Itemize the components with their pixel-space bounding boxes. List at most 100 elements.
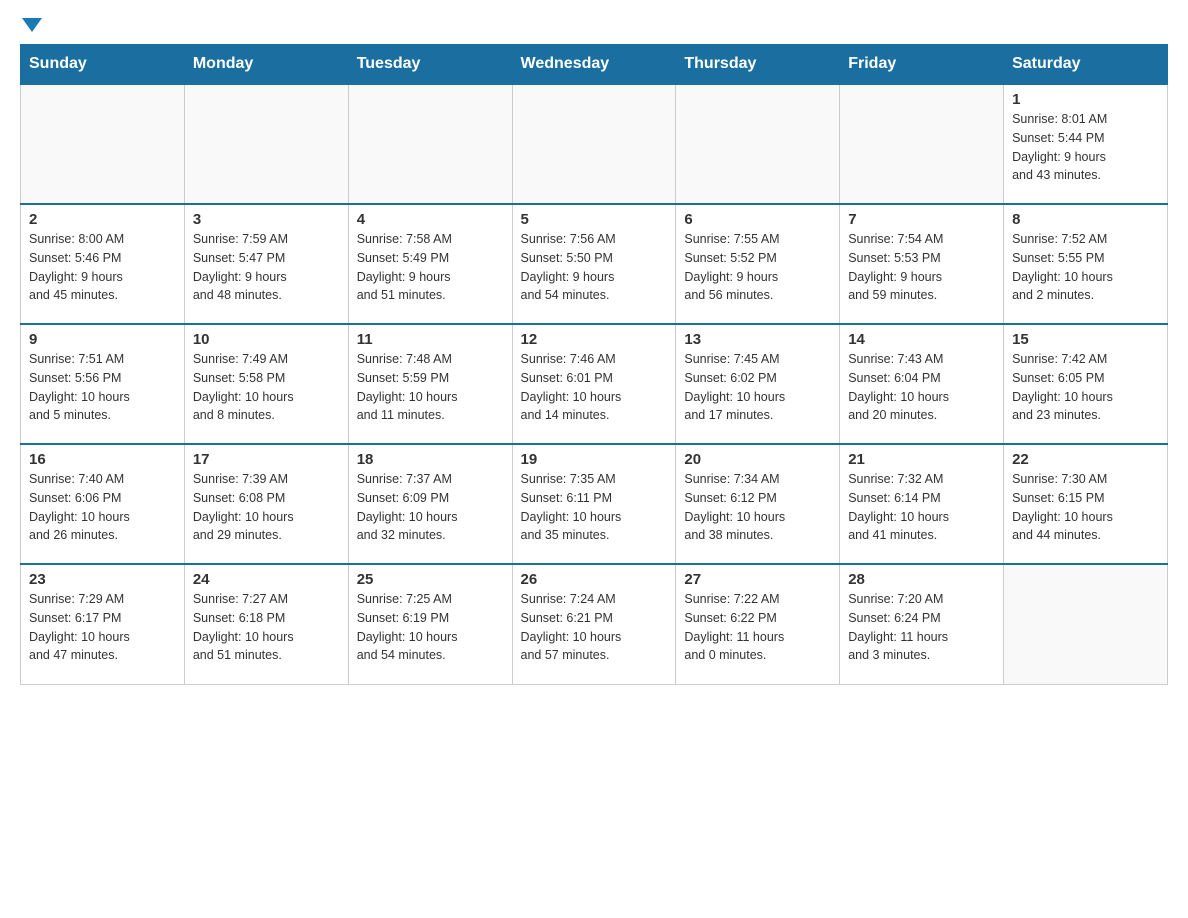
calendar-cell: 28 Sunrise: 7:20 AM Sunset: 6:24 PM Dayli… xyxy=(840,564,1004,684)
day-info: Sunrise: 7:46 AM Sunset: 6:01 PM Dayligh… xyxy=(521,350,668,425)
day-info: Sunrise: 7:40 AM Sunset: 6:06 PM Dayligh… xyxy=(29,470,176,545)
day-info: Sunrise: 7:34 AM Sunset: 6:12 PM Dayligh… xyxy=(684,470,831,545)
calendar-cell xyxy=(21,84,185,204)
calendar-cell xyxy=(184,84,348,204)
calendar-cell: 4 Sunrise: 7:58 AM Sunset: 5:49 PM Daylig… xyxy=(348,204,512,324)
day-number: 10 xyxy=(193,331,340,348)
calendar-cell: 23Sunrise: 7:29 AM Sunset: 6:17 PM Dayli… xyxy=(21,564,185,684)
day-info: Sunrise: 7:45 AM Sunset: 6:02 PM Dayligh… xyxy=(684,350,831,425)
day-number: 2 xyxy=(29,211,176,228)
calendar-cell: 13 Sunrise: 7:45 AM Sunset: 6:02 PM Dayli… xyxy=(676,324,840,444)
calendar-cell: 3 Sunrise: 7:59 AM Sunset: 5:47 PM Daylig… xyxy=(184,204,348,324)
day-info: Sunrise: 7:59 AM Sunset: 5:47 PM Dayligh… xyxy=(193,230,340,305)
day-number: 24 xyxy=(193,571,340,588)
day-info: Sunrise: 7:52 AM Sunset: 5:55 PM Dayligh… xyxy=(1012,230,1159,305)
calendar-cell: 17 Sunrise: 7:39 AM Sunset: 6:08 PM Dayli… xyxy=(184,444,348,564)
week-row-2: 2 Sunrise: 8:00 AM Sunset: 5:46 PM Daylig… xyxy=(21,204,1168,324)
day-number: 21 xyxy=(848,451,995,468)
day-info: Sunrise: 7:58 AM Sunset: 5:49 PM Dayligh… xyxy=(357,230,504,305)
calendar-cell: 1 Sunrise: 8:01 AM Sunset: 5:44 PM Daylig… xyxy=(1004,84,1168,204)
day-info: Sunrise: 7:35 AM Sunset: 6:11 PM Dayligh… xyxy=(521,470,668,545)
calendar-cell: 9Sunrise: 7:51 AM Sunset: 5:56 PM Daylig… xyxy=(21,324,185,444)
calendar-cell: 2 Sunrise: 8:00 AM Sunset: 5:46 PM Daylig… xyxy=(21,204,185,324)
day-number: 18 xyxy=(357,451,504,468)
calendar-cell: 6 Sunrise: 7:55 AM Sunset: 5:52 PM Daylig… xyxy=(676,204,840,324)
day-number: 6 xyxy=(684,211,831,228)
weekday-header-monday: Monday xyxy=(184,45,348,85)
calendar-cell: 15Sunrise: 7:42 AM Sunset: 6:05 PM Dayli… xyxy=(1004,324,1168,444)
day-info: Sunrise: 7:27 AM Sunset: 6:18 PM Dayligh… xyxy=(193,590,340,665)
day-number: 26 xyxy=(521,571,668,588)
weekday-header-sunday: Sunday xyxy=(21,45,185,85)
logo xyxy=(20,20,48,34)
day-info: Sunrise: 7:37 AM Sunset: 6:09 PM Dayligh… xyxy=(357,470,504,545)
calendar-table: SundayMondayTuesdayWednesdayThursdayFrid… xyxy=(20,44,1168,685)
day-number: 13 xyxy=(684,331,831,348)
calendar-cell: 25 Sunrise: 7:25 AM Sunset: 6:19 PM Dayli… xyxy=(348,564,512,684)
page-header xyxy=(20,20,1168,34)
calendar-cell: 8 Sunrise: 7:52 AM Sunset: 5:55 PM Daylig… xyxy=(1004,204,1168,324)
day-info: Sunrise: 7:22 AM Sunset: 6:22 PM Dayligh… xyxy=(684,590,831,665)
week-row-5: 23Sunrise: 7:29 AM Sunset: 6:17 PM Dayli… xyxy=(21,564,1168,684)
calendar-cell: 5 Sunrise: 7:56 AM Sunset: 5:50 PM Daylig… xyxy=(512,204,676,324)
calendar-cell: 11Sunrise: 7:48 AM Sunset: 5:59 PM Dayli… xyxy=(348,324,512,444)
day-number: 22 xyxy=(1012,451,1159,468)
day-number: 3 xyxy=(193,211,340,228)
day-number: 1 xyxy=(1012,91,1159,108)
weekday-header-wednesday: Wednesday xyxy=(512,45,676,85)
day-number: 5 xyxy=(521,211,668,228)
day-info: Sunrise: 7:49 AM Sunset: 5:58 PM Dayligh… xyxy=(193,350,340,425)
day-number: 25 xyxy=(357,571,504,588)
day-info: Sunrise: 7:20 AM Sunset: 6:24 PM Dayligh… xyxy=(848,590,995,665)
calendar-cell: 18 Sunrise: 7:37 AM Sunset: 6:09 PM Dayli… xyxy=(348,444,512,564)
week-row-3: 9Sunrise: 7:51 AM Sunset: 5:56 PM Daylig… xyxy=(21,324,1168,444)
day-info: Sunrise: 7:24 AM Sunset: 6:21 PM Dayligh… xyxy=(521,590,668,665)
day-info: Sunrise: 7:25 AM Sunset: 6:19 PM Dayligh… xyxy=(357,590,504,665)
week-row-1: 1 Sunrise: 8:01 AM Sunset: 5:44 PM Daylig… xyxy=(21,84,1168,204)
calendar-cell: 10 Sunrise: 7:49 AM Sunset: 5:58 PM Dayli… xyxy=(184,324,348,444)
calendar-cell: 20 Sunrise: 7:34 AM Sunset: 6:12 PM Dayli… xyxy=(676,444,840,564)
day-info: Sunrise: 7:30 AM Sunset: 6:15 PM Dayligh… xyxy=(1012,470,1159,545)
day-info: Sunrise: 7:54 AM Sunset: 5:53 PM Dayligh… xyxy=(848,230,995,305)
weekday-header-thursday: Thursday xyxy=(676,45,840,85)
calendar-cell: 7 Sunrise: 7:54 AM Sunset: 5:53 PM Daylig… xyxy=(840,204,1004,324)
calendar-cell xyxy=(840,84,1004,204)
day-number: 11 xyxy=(357,331,504,348)
day-number: 4 xyxy=(357,211,504,228)
day-number: 16 xyxy=(29,451,176,468)
day-info: Sunrise: 7:42 AM Sunset: 6:05 PM Dayligh… xyxy=(1012,350,1159,425)
day-info: Sunrise: 7:56 AM Sunset: 5:50 PM Dayligh… xyxy=(521,230,668,305)
calendar-cell: 12 Sunrise: 7:46 AM Sunset: 6:01 PM Dayli… xyxy=(512,324,676,444)
calendar-cell: 24 Sunrise: 7:27 AM Sunset: 6:18 PM Dayli… xyxy=(184,564,348,684)
weekday-header-friday: Friday xyxy=(840,45,1004,85)
weekday-header-row: SundayMondayTuesdayWednesdayThursdayFrid… xyxy=(21,45,1168,85)
day-info: Sunrise: 7:39 AM Sunset: 6:08 PM Dayligh… xyxy=(193,470,340,545)
day-number: 17 xyxy=(193,451,340,468)
day-number: 7 xyxy=(848,211,995,228)
calendar-cell xyxy=(348,84,512,204)
day-number: 28 xyxy=(848,571,995,588)
day-number: 9 xyxy=(29,331,176,348)
calendar-cell xyxy=(1004,564,1168,684)
calendar-cell: 22 Sunrise: 7:30 AM Sunset: 6:15 PM Dayli… xyxy=(1004,444,1168,564)
day-number: 12 xyxy=(521,331,668,348)
calendar-cell: 27Sunrise: 7:22 AM Sunset: 6:22 PM Dayli… xyxy=(676,564,840,684)
logo-triangle-icon xyxy=(22,18,42,32)
day-number: 20 xyxy=(684,451,831,468)
calendar-cell xyxy=(512,84,676,204)
day-info: Sunrise: 7:43 AM Sunset: 6:04 PM Dayligh… xyxy=(848,350,995,425)
day-number: 8 xyxy=(1012,211,1159,228)
calendar-cell xyxy=(676,84,840,204)
day-info: Sunrise: 7:32 AM Sunset: 6:14 PM Dayligh… xyxy=(848,470,995,545)
calendar-cell: 21 Sunrise: 7:32 AM Sunset: 6:14 PM Dayli… xyxy=(840,444,1004,564)
day-info: Sunrise: 8:01 AM Sunset: 5:44 PM Dayligh… xyxy=(1012,110,1159,185)
week-row-4: 16 Sunrise: 7:40 AM Sunset: 6:06 PM Dayli… xyxy=(21,444,1168,564)
day-number: 14 xyxy=(848,331,995,348)
calendar-cell: 16 Sunrise: 7:40 AM Sunset: 6:06 PM Dayli… xyxy=(21,444,185,564)
weekday-header-tuesday: Tuesday xyxy=(348,45,512,85)
calendar-cell: 14 Sunrise: 7:43 AM Sunset: 6:04 PM Dayli… xyxy=(840,324,1004,444)
weekday-header-saturday: Saturday xyxy=(1004,45,1168,85)
calendar-cell: 26 Sunrise: 7:24 AM Sunset: 6:21 PM Dayli… xyxy=(512,564,676,684)
day-info: Sunrise: 8:00 AM Sunset: 5:46 PM Dayligh… xyxy=(29,230,176,305)
day-info: Sunrise: 7:55 AM Sunset: 5:52 PM Dayligh… xyxy=(684,230,831,305)
